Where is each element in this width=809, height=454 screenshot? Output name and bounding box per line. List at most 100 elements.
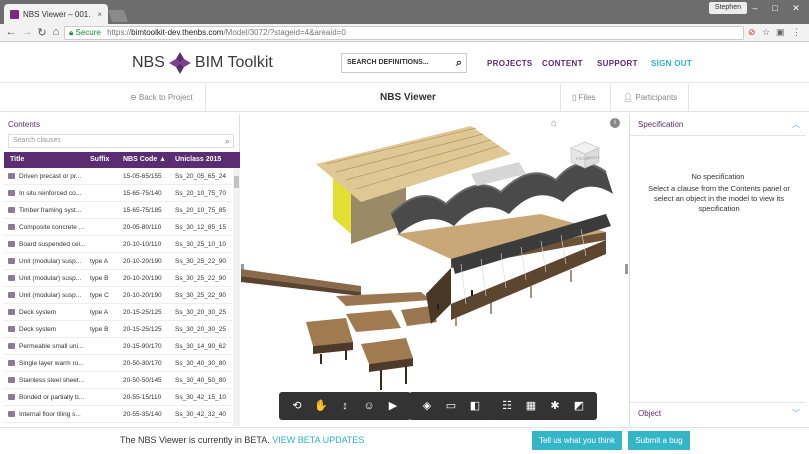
clause-search-input[interactable]: Search clauses ⌕: [8, 134, 234, 148]
specification-header[interactable]: Specification ︿: [630, 114, 806, 136]
browser-tab[interactable]: NBS Viewer – 001. NBS ×: [4, 4, 108, 24]
nbs-favicon-icon: [10, 9, 19, 19]
col-uniclass[interactable]: Uniclass 2015: [175, 156, 221, 163]
row-title: In situ reinforced co...: [19, 190, 82, 197]
table-row[interactable]: Deck system type B 20-15-25/125 Ss_30_20_30…: [4, 321, 232, 338]
table-row[interactable]: Internal floor tiling s... 20-55-35/140 Ss…: [4, 406, 232, 423]
row-nbs-code: 20-15-25/125: [123, 326, 162, 333]
beta-footer: The NBS Viewer is currently in BETA. VIE…: [0, 427, 809, 454]
site-header: NBS BIM Toolkit SEARCH DEFINITIONS... ⌕ …: [0, 43, 809, 83]
measure-icon[interactable]: ▭: [439, 396, 463, 416]
nbs-bim-toolkit-logo[interactable]: NBS BIM Toolkit: [132, 52, 273, 74]
menu-icon[interactable]: ⋮: [792, 27, 802, 37]
home-icon[interactable]: ⌂: [49, 26, 63, 38]
col-nbs-code[interactable]: NBS Code ▲: [123, 156, 166, 163]
table-row[interactable]: Driven precast or pr... 15-05-65/155 Ss_20…: [4, 168, 232, 185]
model-tools-toolbar: ◈ ▭ ◧: [409, 392, 493, 420]
panel-resize-handle[interactable]: [625, 264, 628, 274]
profile-chip[interactable]: Stephen: [708, 2, 747, 14]
orbit-icon[interactable]: ⟲: [285, 396, 309, 416]
participants-link[interactable]: 👤︎ Participants: [623, 93, 677, 102]
col-title[interactable]: Title: [10, 156, 24, 163]
row-title: Driven precast or pr...: [19, 173, 82, 180]
close-window-icon[interactable]: ✕: [785, 0, 807, 16]
view-beta-updates-link[interactable]: VIEW BETA UPDATES: [272, 435, 364, 445]
search-icon[interactable]: ⌕: [225, 135, 230, 147]
back-to-project-link[interactable]: ⊖ Back to Project: [130, 93, 193, 102]
nav-content[interactable]: CONTENT: [542, 59, 583, 68]
first-person-icon[interactable]: ☺: [357, 396, 381, 416]
search-icon[interactable]: ⌕: [456, 54, 462, 72]
divider: [560, 84, 561, 112]
nav-projects[interactable]: PROJECTS: [487, 59, 533, 68]
back-to-project-label: Back to Project: [138, 93, 193, 102]
tab-close-icon[interactable]: ×: [97, 10, 102, 19]
home-view-icon[interactable]: ⌂: [551, 118, 557, 129]
nav-support[interactable]: SUPPORT: [597, 59, 638, 68]
files-link[interactable]: ▯ Files: [572, 93, 596, 102]
camera-icon[interactable]: ▶: [381, 396, 405, 416]
properties-icon[interactable]: ▦: [519, 396, 543, 416]
table-row[interactable]: Deck system type A 20-15-25/125 Ss_30_20_30…: [4, 304, 232, 321]
table-row[interactable]: Permeable small uni... 20-15-90/170 Ss_30_…: [4, 338, 232, 355]
url-field[interactable]: 🔒︎ Secure https://bimtoolkit-dev.thenbs.…: [64, 26, 744, 40]
zoom-icon[interactable]: ↕: [333, 396, 357, 416]
table-row[interactable]: Bonded or partially b... 20-55-15/110 Ss_3…: [4, 389, 232, 406]
settings-toolbar: ☷ ▦ ✱ ◩: [489, 392, 597, 420]
explode-icon[interactable]: ◈: [415, 396, 439, 416]
submit-bug-button[interactable]: Submit a bug: [628, 431, 690, 450]
forward-arrow-icon[interactable]: →: [20, 26, 34, 38]
table-row[interactable]: Unit (modular) susp... type C 20-10-20/190…: [4, 287, 232, 304]
row-uniclass: Ss_30_25_22_90: [175, 258, 226, 265]
maximize-icon[interactable]: □: [765, 0, 785, 16]
row-suffix: type C: [90, 292, 109, 299]
new-tab-button[interactable]: [107, 10, 129, 22]
reload-icon[interactable]: ↻: [35, 26, 49, 39]
row-nbs-code: 20-10-20/190: [123, 258, 162, 265]
star-icon[interactable]: ☆: [762, 27, 772, 37]
minimize-icon[interactable]: –: [745, 0, 765, 16]
table-row[interactable]: Timber framing syst... 15-65-75/185 Ss_20_…: [4, 202, 232, 219]
chevron-down-icon[interactable]: ﹀: [792, 408, 800, 419]
table-row[interactable]: Composite concrete ... 20-05-80/110 Ss_30_…: [4, 219, 232, 236]
table-row[interactable]: Board suspended cei... 20-10-10/110 Ss_30_…: [4, 236, 232, 253]
info-icon[interactable]: i: [610, 118, 620, 128]
section-icon[interactable]: ◧: [463, 396, 487, 416]
blocked-icon[interactable]: ⊘: [748, 27, 758, 37]
table-row[interactable]: Single layer warm ro... 20-50-30/170 Ss_30…: [4, 355, 232, 372]
object-header[interactable]: Object ﹀: [630, 402, 806, 424]
pan-icon[interactable]: ✋: [309, 396, 333, 416]
table-row[interactable]: Unit (modular) susp... type B 20-10-20/190…: [4, 270, 232, 287]
chevron-up-icon[interactable]: ︿: [792, 119, 800, 130]
row-uniclass: Ss_30_42_32_40: [175, 411, 226, 418]
fullscreen-icon[interactable]: ◩: [567, 396, 591, 416]
table-row[interactable]: Unit (modular) susp... type A 20-10-20/190…: [4, 253, 232, 270]
row-uniclass: Ss_30_25_22_90: [175, 292, 226, 299]
row-uniclass: Ss_30_42_15_10: [175, 394, 226, 401]
extension-icon[interactable]: ▣: [776, 27, 786, 37]
model-viewer[interactable]: ⌂ i FRONT RIGHT ⟲ ✋ ↕ ☺ ▶ ◈ ▭ ◧ ☷ ▦ ✱ ◩: [241, 114, 628, 426]
scrollbar-thumb[interactable]: [234, 176, 239, 188]
viewcube[interactable]: FRONT RIGHT: [568, 140, 602, 170]
row-title: Permeable small uni...: [19, 343, 84, 350]
table-row[interactable]: In situ reinforced co... 15-65-75/140 Ss_2…: [4, 185, 232, 202]
table-row[interactable]: Stainless steel sheet... 20-50-50/145 Ss_3…: [4, 372, 232, 389]
col-suffix[interactable]: Suffix: [90, 156, 109, 163]
viewcube-right-label[interactable]: RIGHT: [587, 155, 600, 160]
back-arrow-icon[interactable]: ←: [4, 26, 18, 38]
logo-text-nbs: NBS: [132, 54, 165, 71]
model-browser-icon[interactable]: ☷: [495, 396, 519, 416]
row-nbs-code: 15-65-75/185: [123, 207, 162, 214]
search-definitions-input[interactable]: SEARCH DEFINITIONS... ⌕: [341, 53, 467, 73]
tell-us-button[interactable]: Tell us what you think: [532, 431, 622, 450]
row-nbs-code: 20-15-25/125: [123, 309, 162, 316]
contents-scrollbar[interactable]: [233, 168, 240, 426]
row-title: Deck system: [19, 326, 57, 333]
nav-sign-out[interactable]: SIGN OUT: [651, 59, 692, 68]
settings-icon[interactable]: ✱: [543, 396, 567, 416]
book-icon: [8, 292, 15, 298]
search-definitions-label: SEARCH DEFINITIONS...: [347, 59, 429, 66]
nbs-logo-icon: [168, 52, 191, 74]
row-title: Board suspended cei...: [19, 241, 85, 248]
lock-icon: 🔒︎: [69, 28, 74, 37]
